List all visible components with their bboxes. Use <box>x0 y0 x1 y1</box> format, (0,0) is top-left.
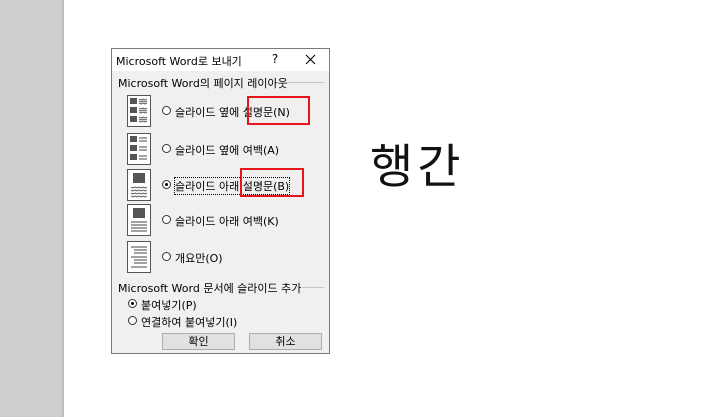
close-icon <box>305 54 316 65</box>
radio-blank-lines-next-to-slides[interactable] <box>162 144 171 153</box>
dialog-title: Microsoft Word로 보내기 <box>116 55 242 68</box>
app-left-panel <box>0 0 62 417</box>
option-label-paste[interactable]: 붙여넣기(P) <box>141 297 197 313</box>
outline-only-icon <box>127 241 151 273</box>
send-to-word-dialog: Microsoft Word로 보내기 ? Microsoft Word의 페이… <box>111 48 330 354</box>
option-label-blank-lines-next-to-slides[interactable]: 슬라이드 옆에 여백(A) <box>175 142 279 158</box>
blank-lines-below-slides-icon <box>127 204 151 236</box>
highlight-box-notes-next <box>247 96 310 125</box>
radio-paste-link[interactable] <box>128 316 137 325</box>
notes-next-to-slides-icon <box>127 95 151 127</box>
ok-button[interactable]: 확인 <box>162 333 235 350</box>
add-slides-group-line <box>302 287 324 288</box>
slide-text: 행간 <box>370 140 465 195</box>
layout-group-line <box>287 82 324 83</box>
radio-paste[interactable] <box>128 299 137 308</box>
cancel-button[interactable]: 취소 <box>249 333 322 350</box>
add-slides-group-title: Microsoft Word 문서에 슬라이드 추가 <box>118 282 302 295</box>
close-button[interactable] <box>301 51 321 69</box>
radio-notes-next-to-slides[interactable] <box>162 106 171 115</box>
option-label-paste-link[interactable]: 연결하여 붙여넣기(I) <box>141 314 237 330</box>
help-button[interactable]: ? <box>267 52 283 68</box>
dialog-titlebar: Microsoft Word로 보내기 ? <box>112 49 329 71</box>
highlight-box-notes-below <box>240 168 304 197</box>
layout-group-title: Microsoft Word의 페이지 레이아웃 <box>118 77 288 90</box>
radio-notes-below-slides[interactable] <box>162 180 171 189</box>
radio-outline-only[interactable] <box>162 252 171 261</box>
app-left-panel-edge <box>62 0 64 417</box>
radio-blank-lines-below-slides[interactable] <box>162 215 171 224</box>
option-label-blank-lines-below-slides[interactable]: 슬라이드 아래 여백(K) <box>175 213 279 229</box>
blank-lines-next-to-slides-icon <box>127 133 151 165</box>
option-label-outline-only[interactable]: 개요만(O) <box>175 250 223 266</box>
notes-below-slides-icon <box>127 169 151 201</box>
